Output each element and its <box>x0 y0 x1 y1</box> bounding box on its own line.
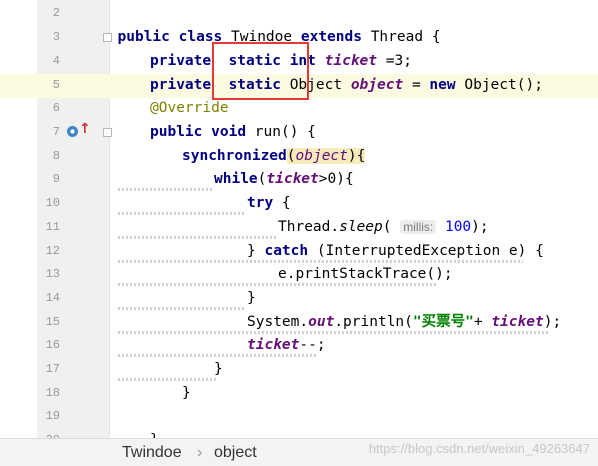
line-number: 10 <box>45 196 60 210</box>
code-text: { <box>273 195 291 211</box>
parameter-hint: millis: <box>400 220 437 234</box>
code-line-18[interactable]: } <box>182 382 191 406</box>
method-name: sleep <box>339 219 383 235</box>
inspection-underline <box>118 260 523 263</box>
line-number: 2 <box>52 6 60 20</box>
keyword: public <box>150 124 203 140</box>
code-text: Object(); <box>455 77 543 93</box>
line-number: 6 <box>52 101 60 115</box>
code-text: >0){ <box>318 171 354 187</box>
code-text: --; <box>299 337 326 353</box>
inspection-underline <box>118 378 218 381</box>
watermark: https://blog.csdn.net/weixin_49263647 <box>368 441 590 456</box>
keyword: catch <box>264 243 309 259</box>
code-text: + <box>473 314 492 330</box>
inspection-underline <box>118 212 246 215</box>
inspection-underline <box>118 283 436 286</box>
field-name: ticket <box>247 337 300 353</box>
field-name: out <box>308 314 335 330</box>
keyword: public <box>117 29 170 45</box>
code-line-20[interactable]: } <box>150 429 159 438</box>
line-number: 3 <box>52 30 60 44</box>
code-text: ); <box>471 219 489 235</box>
line-number: 15 <box>45 315 60 329</box>
code-line-9[interactable]: while(ticket>0){ <box>214 168 354 192</box>
line-number: 17 <box>45 362 60 376</box>
line-number: 4 <box>52 54 60 68</box>
code-text: System. <box>247 314 309 330</box>
code-line-11[interactable]: Thread.sleep( millis: 100); <box>278 216 489 240</box>
line-number: 8 <box>52 149 60 163</box>
number-literal: 100 <box>444 219 472 235</box>
keyword: extends <box>300 29 362 45</box>
code-line-10[interactable]: try { <box>247 192 291 216</box>
brace: { <box>431 29 441 45</box>
line-number: 19 <box>45 409 60 423</box>
code-line-7[interactable]: public void run() { <box>150 121 316 145</box>
code-text: (InterruptedException e) { <box>308 243 544 259</box>
fold-marker-icon[interactable] <box>103 128 112 137</box>
code-text: =3; <box>377 53 412 69</box>
field-name: object <box>350 77 404 93</box>
parent-class: Thread <box>370 29 424 45</box>
field-name: ticket <box>266 171 319 187</box>
code-line-5[interactable]: private static Object object = new Objec… <box>150 74 543 98</box>
inspection-underline <box>118 331 548 334</box>
keyword: synchronized <box>182 148 287 164</box>
keyword: new <box>429 77 456 93</box>
annotation: @Override <box>150 100 229 116</box>
inspection-underline <box>118 354 316 357</box>
code-text: ){ <box>347 148 366 164</box>
breadcrumb-class[interactable]: Twindoe <box>122 444 182 462</box>
inspection-underline <box>118 307 246 310</box>
code-text: ( <box>382 219 392 235</box>
keyword: private <box>150 53 212 69</box>
code-line-8[interactable]: synchronized(object){ <box>182 145 366 169</box>
keyword: while <box>214 171 258 187</box>
line-number: 5 <box>52 78 60 92</box>
line-number: 11 <box>45 220 60 234</box>
inspection-underline <box>118 188 214 191</box>
code-text: } <box>182 385 191 401</box>
line-number: 7 <box>52 125 60 139</box>
keyword: try <box>247 195 274 211</box>
field-name: ticket <box>324 53 378 69</box>
code-text: e.printStackTrace(); <box>278 266 453 282</box>
code-text: } <box>214 361 223 377</box>
gutter-separator <box>109 0 110 438</box>
line-number: 12 <box>45 244 60 258</box>
keyword: void <box>211 124 247 140</box>
string-literal: "买票号" <box>412 314 474 330</box>
line-number: 14 <box>45 291 60 305</box>
code-text: Thread. <box>278 219 340 235</box>
code-text: = <box>403 77 430 93</box>
code-text: } <box>247 243 265 259</box>
keyword: private <box>150 77 212 93</box>
field-name: ticket <box>491 314 544 330</box>
code-line-14[interactable]: } <box>247 287 256 311</box>
breadcrumb-member[interactable]: object <box>214 444 257 462</box>
line-number: 20 <box>37 429 60 438</box>
code-editor[interactable]: 2 3 4 5 6 7 8 9 10 11 12 13 14 15 16 17 … <box>0 0 598 438</box>
up-arrow-icon[interactable]: ↑ <box>79 121 91 137</box>
line-number: 9 <box>52 172 60 186</box>
breadcrumb-separator-icon: › <box>197 444 203 461</box>
code-text: ); <box>543 314 562 330</box>
highlight-box <box>212 42 309 100</box>
code-text: ( <box>286 148 296 164</box>
code-text: } <box>247 290 256 306</box>
field-name: object <box>295 148 348 164</box>
line-number: 13 <box>45 267 60 281</box>
fold-marker-icon[interactable] <box>103 33 112 42</box>
override-marker-icon[interactable] <box>66 125 79 141</box>
code-text: .println( <box>334 314 413 330</box>
inspection-underline <box>118 236 276 239</box>
line-number: 18 <box>45 386 60 400</box>
code-line-6[interactable]: @Override <box>150 97 229 121</box>
line-number: 16 <box>45 338 60 352</box>
code-text: run() { <box>254 124 316 140</box>
